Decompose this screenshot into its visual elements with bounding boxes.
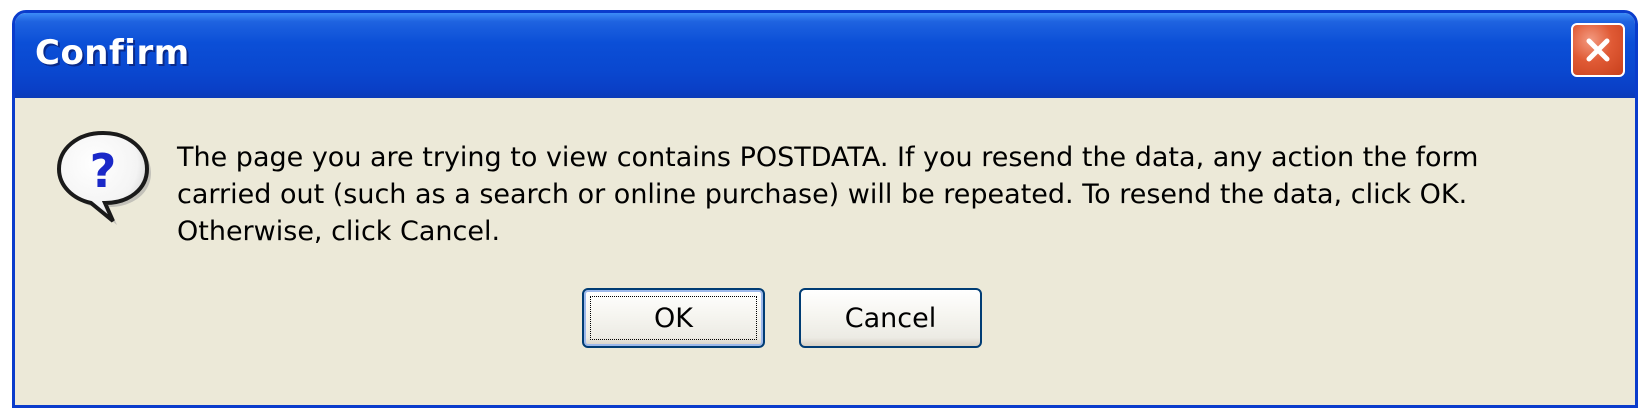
cancel-label: Cancel — [844, 302, 937, 334]
title-bar[interactable]: Confirm — [15, 13, 1635, 98]
message-line: The page you are trying to view contains… — [177, 142, 1479, 173]
focus-ring — [590, 296, 757, 340]
ok-button[interactable]: OK — [582, 288, 765, 348]
confirm-dialog: Confirm ? The page you are trying to vie… — [12, 10, 1638, 408]
dialog-message: The page you are trying to view contains… — [177, 139, 1597, 250]
svg-text:?: ? — [90, 144, 117, 198]
question-icon: ? — [56, 130, 151, 225]
close-button[interactable] — [1571, 23, 1625, 77]
window-title: Confirm — [35, 33, 190, 73]
close-icon — [1586, 38, 1610, 62]
message-line: Otherwise, click Cancel. — [177, 216, 501, 247]
cancel-button[interactable]: Cancel — [799, 288, 982, 348]
message-line: carried out (such as a search or online … — [177, 179, 1468, 210]
